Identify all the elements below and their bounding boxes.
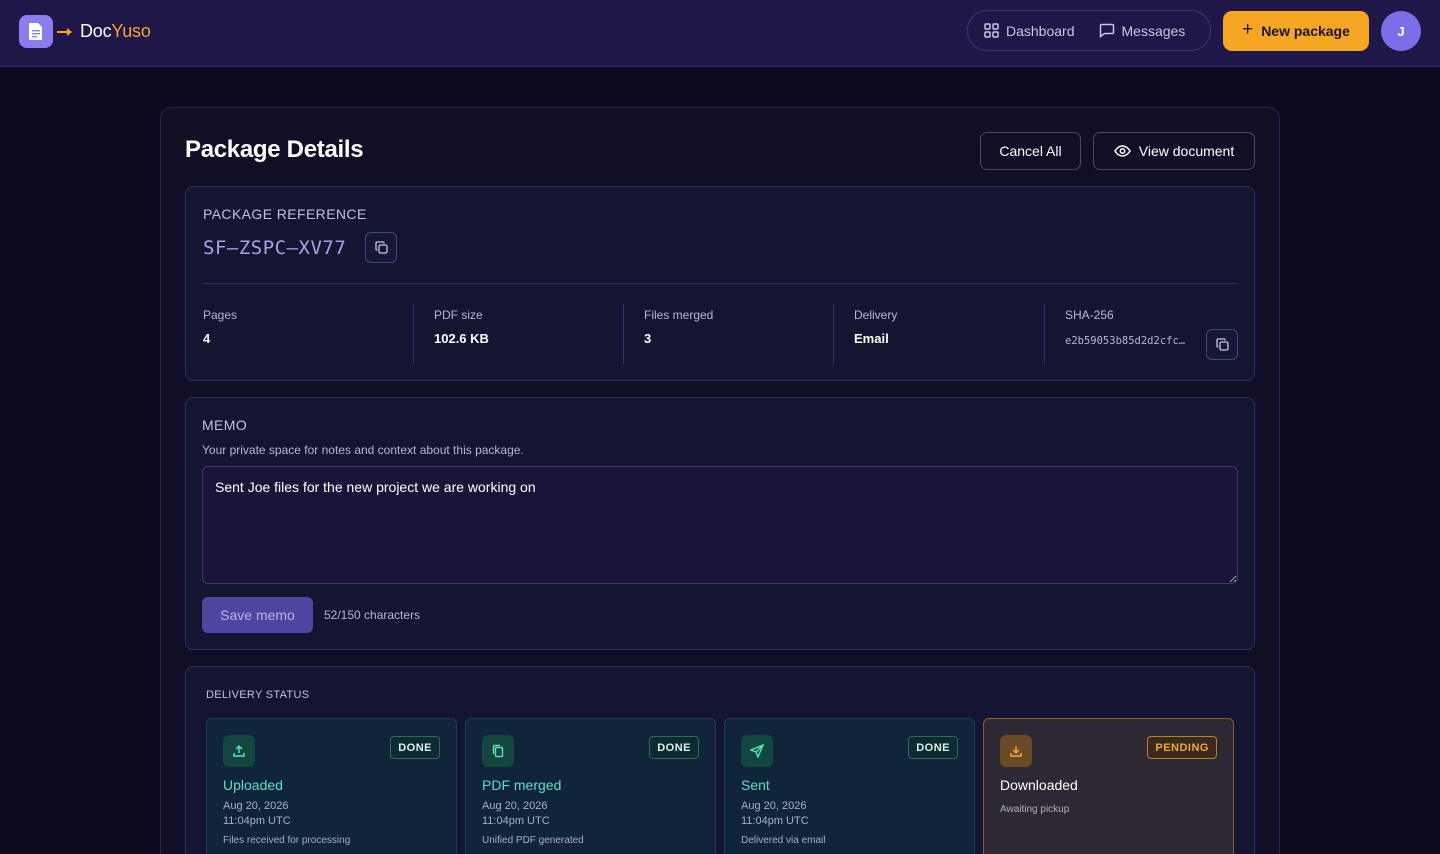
stat-separator (833, 304, 834, 364)
save-memo-button[interactable]: Save memo (202, 597, 313, 633)
stat-sha256: SHA-256 e2b59053b85d2d2cfc… (1065, 308, 1185, 347)
memo-textarea[interactable]: Sent Joe files for the new project we ar… (202, 466, 1238, 584)
page-title: Package Details (185, 136, 364, 163)
document-icon (19, 15, 53, 48)
stat-delivery-label: Delivery (854, 308, 898, 322)
upload-icon (223, 735, 255, 767)
stat-delivery: Delivery Email (854, 308, 897, 346)
stat-separator (623, 304, 624, 364)
plus-icon: + (1242, 19, 1254, 40)
view-document-button[interactable]: View document (1093, 132, 1255, 170)
nav-dashboard-label: Dashboard (1006, 22, 1075, 39)
memo-section: MEMO Your private space for notes and co… (185, 397, 1255, 650)
stat-sha-value: e2b59053b85d2d2cfc… (1065, 335, 1186, 347)
step-uploaded: DONE Uploaded Aug 20, 2026 11:04pm UTC Fi… (206, 718, 457, 854)
status-badge: DONE (390, 736, 440, 759)
avatar[interactable]: J (1381, 11, 1421, 51)
copy-icon (374, 241, 388, 254)
reference-code: SF–ZSPC–XV77 (203, 237, 347, 259)
brand-name: DocYuso (80, 21, 151, 41)
copy-sha-button[interactable] (1206, 329, 1238, 360)
step-title: PDF merged (482, 777, 562, 793)
nav-group: Dashboard Messages (967, 10, 1211, 51)
new-package-label: New package (1261, 23, 1350, 39)
message-icon (1099, 23, 1114, 38)
files-icon (482, 735, 514, 767)
new-package-button[interactable]: + New package (1223, 11, 1369, 51)
stat-pages-value: 4 (203, 331, 211, 346)
step-title: Sent (741, 777, 770, 793)
delivery-status-label: DELIVERY STATUS (206, 689, 310, 701)
stat-merged-value: 3 (644, 331, 652, 346)
nav-messages-label: Messages (1121, 22, 1186, 39)
step-timestamp: Awaiting pickup (1000, 804, 1070, 815)
brand-logo[interactable]: DocYuso (19, 15, 151, 48)
arrow-right-icon (57, 27, 72, 36)
cancel-all-button[interactable]: Cancel All (980, 132, 1081, 170)
stat-files-merged: Files merged 3 (644, 308, 713, 346)
copy-icon (1215, 338, 1229, 351)
stat-sha-label: SHA-256 (1065, 308, 1114, 322)
memo-subtitle: Your private space for notes and context… (202, 443, 524, 457)
send-icon (741, 735, 773, 767)
step-timestamp: Aug 20, 2026 11:04pm UTC (482, 800, 550, 827)
step-description: Delivered via email (741, 835, 826, 846)
step-downloaded: PENDING Downloaded Awaiting pickup (983, 718, 1234, 854)
stat-merged-label: Files merged (644, 308, 714, 322)
nav-dashboard[interactable]: Dashboard (984, 23, 1075, 39)
copy-reference-button[interactable] (365, 232, 397, 263)
delivery-status-section: DELIVERY STATUS DONE Uploaded Aug 20, 20… (185, 666, 1255, 854)
step-description: Files received for processing (223, 835, 351, 846)
step-timestamp: Aug 20, 2026 11:04pm UTC (223, 800, 291, 827)
step-timestamp: Aug 20, 2026 11:04pm UTC (741, 800, 809, 827)
stat-size-label: PDF size (434, 308, 483, 322)
download-icon (1000, 735, 1032, 767)
step-pdf-merged: DONE PDF merged Aug 20, 2026 11:04pm UTC … (465, 718, 716, 854)
stat-delivery-value: Email (854, 331, 889, 346)
step-sent: DONE Sent Aug 20, 2026 11:04pm UTC Delive… (724, 718, 975, 854)
step-description: Unified PDF generated (482, 835, 584, 846)
stat-separator (413, 304, 414, 364)
status-badge: PENDING (1147, 736, 1217, 759)
eye-icon (1113, 145, 1131, 157)
divider (203, 283, 1238, 284)
step-title: Downloaded (1000, 777, 1078, 793)
memo-label: MEMO (202, 417, 248, 433)
stat-pdf-size: PDF size 102.6 KB (434, 308, 489, 346)
stat-pages-label: Pages (203, 308, 238, 322)
top-navbar: DocYuso Dashboard Messages + New package… (0, 0, 1440, 67)
char-count: 52/150 characters (324, 608, 421, 622)
package-reference-section: PACKAGE REFERENCE SF–ZSPC–XV77 Pages 4 P… (185, 186, 1255, 381)
grid-icon (984, 23, 999, 38)
view-document-label: View document (1138, 143, 1235, 159)
nav-messages[interactable]: Messages (1099, 22, 1186, 39)
reference-label: PACKAGE REFERENCE (203, 206, 367, 222)
status-badge: DONE (908, 736, 958, 759)
stat-pages: Pages 4 (203, 308, 237, 346)
stat-separator (1044, 304, 1045, 364)
step-title: Uploaded (223, 777, 283, 793)
stat-size-value: 102.6 KB (434, 331, 489, 346)
status-badge: DONE (649, 736, 699, 759)
